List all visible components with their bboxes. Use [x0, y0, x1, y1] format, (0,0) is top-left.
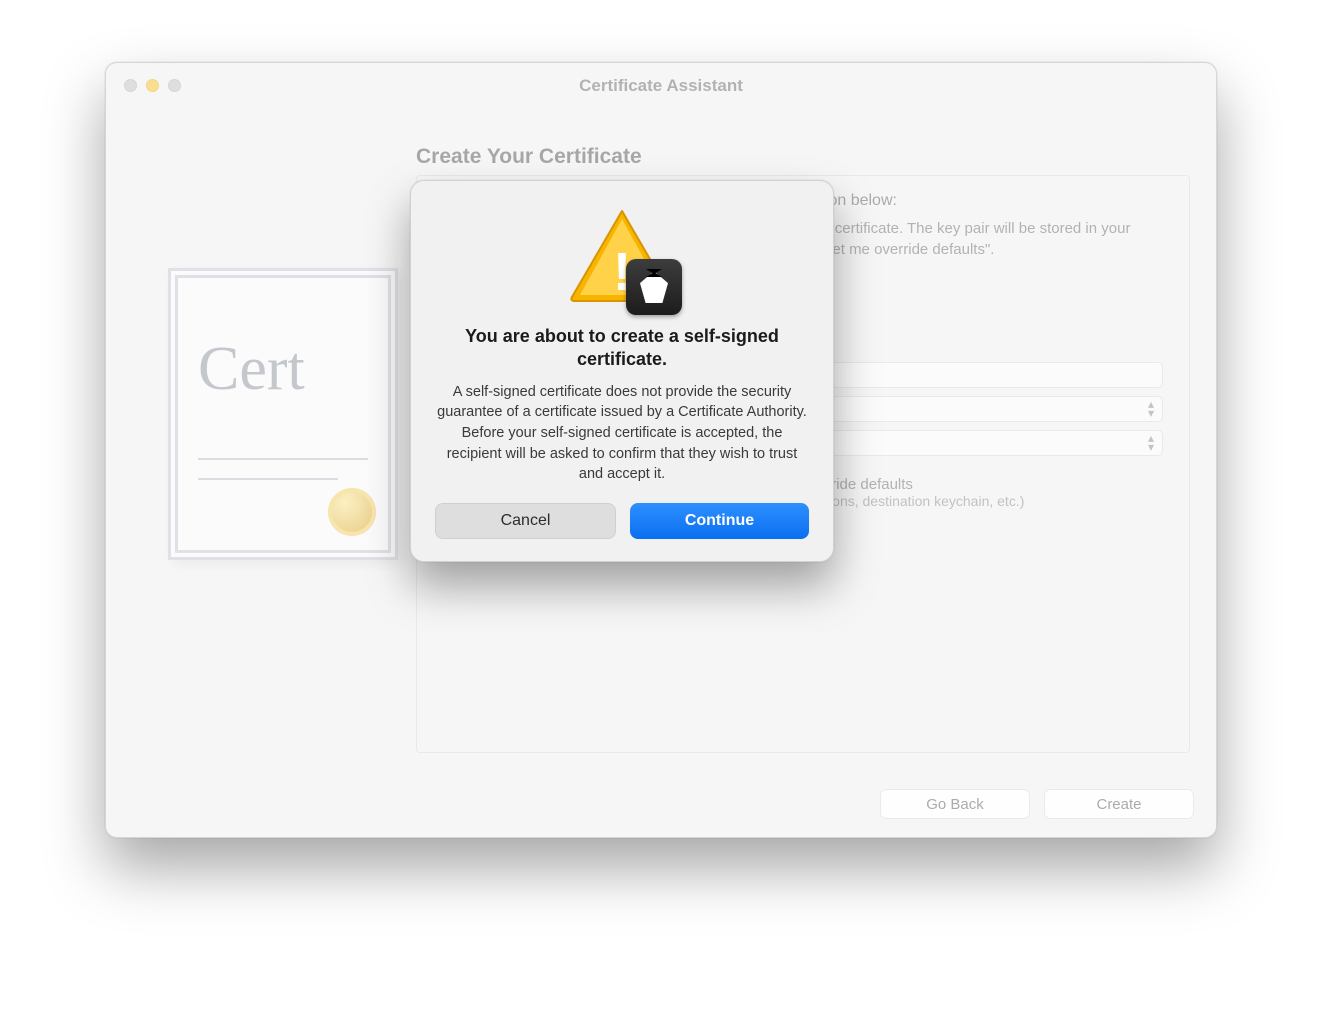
- go-back-button[interactable]: Go Back: [880, 789, 1030, 819]
- decorative-line: [198, 478, 338, 480]
- decorative-line: [198, 458, 368, 460]
- certificate-assistant-app-icon: [626, 259, 682, 315]
- page-heading: Create Your Certificate: [416, 145, 642, 169]
- alert-headline: You are about to create a self-signed ce…: [435, 325, 809, 372]
- certificate-illustration: Cert: [168, 268, 398, 560]
- minimize-window-button[interactable]: [146, 79, 159, 92]
- alert-body: A self-signed certificate does not provi…: [435, 382, 809, 485]
- create-button[interactable]: Create: [1044, 789, 1194, 819]
- chevron-updown-icon: ▴▾: [1148, 400, 1154, 418]
- close-window-button[interactable]: [124, 79, 137, 92]
- alert-icon-group: !: [566, 207, 678, 311]
- traffic-lights: [124, 79, 181, 92]
- window-title: Certificate Assistant: [106, 76, 1216, 96]
- titlebar: Certificate Assistant: [106, 63, 1216, 109]
- certificate-seal-icon: [328, 488, 376, 536]
- certificate-illustration-text: Cert: [198, 334, 305, 405]
- self-signed-warning-sheet: ! You are about to create a self-signed …: [410, 180, 834, 562]
- zoom-window-button[interactable]: [168, 79, 181, 92]
- alert-buttons: Cancel Continue: [435, 503, 809, 539]
- continue-button[interactable]: Continue: [630, 503, 809, 539]
- cancel-button[interactable]: Cancel: [435, 503, 616, 539]
- wizard-buttons: Go Back Create: [880, 789, 1194, 819]
- chevron-updown-icon: ▴▾: [1148, 434, 1154, 452]
